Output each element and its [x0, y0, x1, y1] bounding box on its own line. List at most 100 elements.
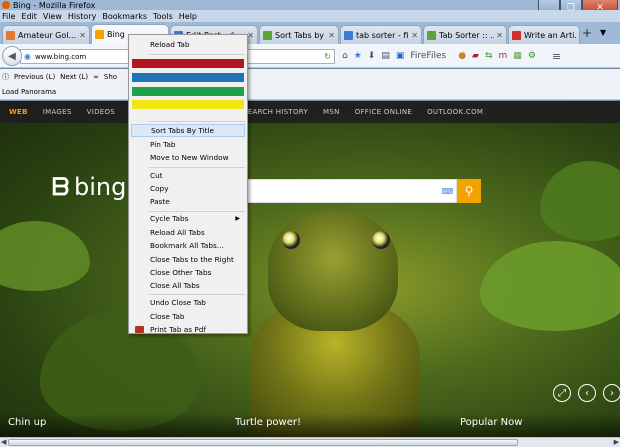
tab-tab-sorter-search[interactable]: tab sorter - fi... ✕: [340, 25, 422, 44]
bing-nav-search-history[interactable]: SEARCH HISTORY: [243, 108, 308, 116]
submenu-arrow-icon: ▶: [235, 215, 240, 222]
bing-nav-web[interactable]: WEB: [9, 108, 28, 116]
color-green-option[interactable]: [132, 87, 244, 96]
bing-nav-office-online[interactable]: OFFICE ONLINE: [355, 108, 412, 116]
menu-item-cycle-tabs[interactable]: Cycle Tabs ▶: [131, 212, 245, 225]
back-button[interactable]: ◀: [2, 46, 22, 66]
horizontal-scrollbar[interactable]: ◀ ▶: [0, 437, 620, 447]
previous-image-icon[interactable]: ‹: [578, 384, 596, 402]
menu-tools[interactable]: Tools: [153, 12, 173, 21]
menu-help[interactable]: Help: [179, 12, 197, 21]
menu-item-close-all-tabs[interactable]: Close All Tabs: [131, 279, 245, 292]
reload-icon[interactable]: ↻: [324, 52, 331, 61]
url-text: www.bing.com: [35, 52, 87, 61]
color-red-option[interactable]: [132, 59, 244, 68]
window-title: Bing - Mozilla Firefox: [13, 0, 96, 10]
menu-edit[interactable]: Edit: [21, 12, 37, 21]
list-all-tabs-icon[interactable]: ▼: [600, 28, 606, 37]
menu-item-close-tab[interactable]: Close Tab: [131, 310, 245, 323]
menu-item-reload-all-tabs[interactable]: Reload All Tabs: [131, 226, 245, 239]
bing-nav-images[interactable]: IMAGES: [43, 108, 72, 116]
menu-item-sort-tabs-by-title[interactable]: Sort Tabs By Title: [131, 124, 245, 137]
bing-nav-videos[interactable]: VIDEOS: [87, 108, 115, 116]
firefiles-label[interactable]: FireFiles: [410, 51, 446, 61]
bing-logo: ᗷ bing: [52, 173, 127, 201]
bookmark-star-icon[interactable]: ★: [354, 51, 362, 61]
menu-item-move-to-new-window[interactable]: Move to New Window: [131, 151, 245, 164]
bookmarks-menu-icon[interactable]: ▤: [381, 51, 390, 61]
color-blue-option[interactable]: [132, 73, 244, 82]
bing-search-button[interactable]: ⚲: [457, 179, 481, 203]
menu-item-close-other-tabs[interactable]: Close Other Tabs: [131, 266, 245, 279]
menu-item-close-tabs-to-right[interactable]: Close Tabs to the Right: [131, 253, 245, 266]
menu-item-print-tab-as-pdf[interactable]: Print Tab as Pdf: [131, 323, 245, 336]
close-tab-icon[interactable]: ✕: [411, 31, 418, 40]
site-identity-icon: ◉: [24, 52, 31, 61]
menu-separator: [149, 54, 245, 55]
menu-file[interactable]: File: [2, 12, 15, 21]
tab-amateur-golf[interactable]: Amateur Gol... ✕: [2, 25, 90, 44]
bing-favicon-icon: [95, 30, 104, 39]
download-icon[interactable]: ⬇: [368, 51, 376, 61]
close-tab-icon[interactable]: ✕: [496, 31, 503, 40]
menu-separator: [149, 167, 245, 168]
addon-icon-2[interactable]: ▰: [472, 51, 479, 61]
menu-bookmarks[interactable]: Bookmarks: [102, 12, 147, 21]
tab-sort-tabs[interactable]: Sort Tabs by ... ✕: [259, 25, 339, 44]
menu-history[interactable]: History: [68, 12, 96, 21]
tab-tab-sorter[interactable]: Tab Sorter :: ... ✕: [423, 25, 507, 44]
tab-context-menu: Reload Tab Sort Tabs By Title Pin Tab Mo…: [128, 34, 248, 334]
addon-icon-4[interactable]: m: [499, 51, 508, 61]
firefiles-icon[interactable]: ▣: [396, 51, 405, 61]
home-icon[interactable]: ⌂: [342, 51, 348, 61]
menu-item-paste[interactable]: Paste: [131, 195, 245, 208]
tab-write-article[interactable]: Write an Arti...: [508, 25, 580, 44]
close-tab-icon[interactable]: ✕: [79, 31, 86, 40]
addon-icon-1[interactable]: ●: [458, 51, 466, 61]
next-image-icon[interactable]: ›: [603, 384, 620, 402]
addon-icon-3[interactable]: ⇆: [485, 51, 493, 61]
menu-bar: File Edit View History Bookmarks Tools H…: [0, 10, 620, 22]
caption-turtle-power[interactable]: Turtle power!: [235, 417, 301, 428]
leaf-decoration: [0, 221, 90, 291]
scroll-left-icon[interactable]: ◀: [1, 438, 6, 446]
menu-item-pin-tab[interactable]: Pin Tab: [131, 138, 245, 151]
previous-button[interactable]: Previous (L): [14, 73, 55, 81]
next-button[interactable]: Next (L): [60, 73, 88, 81]
info-icon[interactable]: ⓘ: [2, 72, 9, 82]
color-yellow-option[interactable]: [132, 100, 244, 109]
leaf-decoration: [540, 161, 620, 241]
menu-item-bookmark-all-tabs[interactable]: Bookmark All Tabs...: [131, 239, 245, 252]
new-tab-button[interactable]: +: [580, 26, 594, 42]
menu-item-undo-close-tab[interactable]: Undo Close Tab: [131, 296, 245, 309]
addon-icon-5[interactable]: ▦: [513, 51, 522, 61]
title-bar: Bing - Mozilla Firefox: [0, 0, 620, 10]
leaf-decoration: [480, 241, 620, 331]
bing-nav-outlook[interactable]: OUTLOOK.COM: [427, 108, 483, 116]
nav-toolbar-icons: ⌂ ★ ⬇ ▤ ▣ FireFiles ● ▰ ⇆ m ▦ ⚙ ≡: [342, 48, 567, 64]
menu-item-copy[interactable]: Copy: [131, 182, 245, 195]
caption-chin-up[interactable]: Chin up: [8, 417, 46, 428]
addon-icon-6[interactable]: ⚙: [528, 51, 536, 61]
scrollbar-thumb[interactable]: [8, 439, 518, 446]
scroll-right-icon[interactable]: ▶: [614, 438, 619, 446]
menu-item-reload-tab[interactable]: Reload Tab: [131, 38, 245, 51]
close-tab-icon[interactable]: ✕: [247, 31, 254, 40]
close-tab-icon[interactable]: ✕: [328, 31, 335, 40]
show-button[interactable]: Sho: [104, 73, 117, 81]
show-icon[interactable]: ∞: [93, 73, 99, 81]
caption-bar: [0, 413, 620, 437]
search-icon: ⚲: [464, 184, 474, 198]
open-menu-icon[interactable]: ≡: [552, 50, 561, 63]
bing-nav-msn[interactable]: MSN: [323, 108, 340, 116]
pdf-icon: [135, 326, 144, 333]
menu-item-cut[interactable]: Cut: [131, 169, 245, 182]
caption-popular-now[interactable]: Popular Now: [460, 417, 522, 428]
menu-view[interactable]: View: [43, 12, 62, 21]
keyboard-icon[interactable]: ⌨: [441, 187, 453, 196]
load-panorama-button[interactable]: Load Panorama: [2, 88, 56, 96]
turtle-head-image: [268, 211, 398, 331]
fullscreen-icon[interactable]: ⤢: [553, 384, 571, 402]
turtle-eye-image: [282, 231, 300, 249]
bing-search-input[interactable]: ⌨: [240, 179, 457, 203]
